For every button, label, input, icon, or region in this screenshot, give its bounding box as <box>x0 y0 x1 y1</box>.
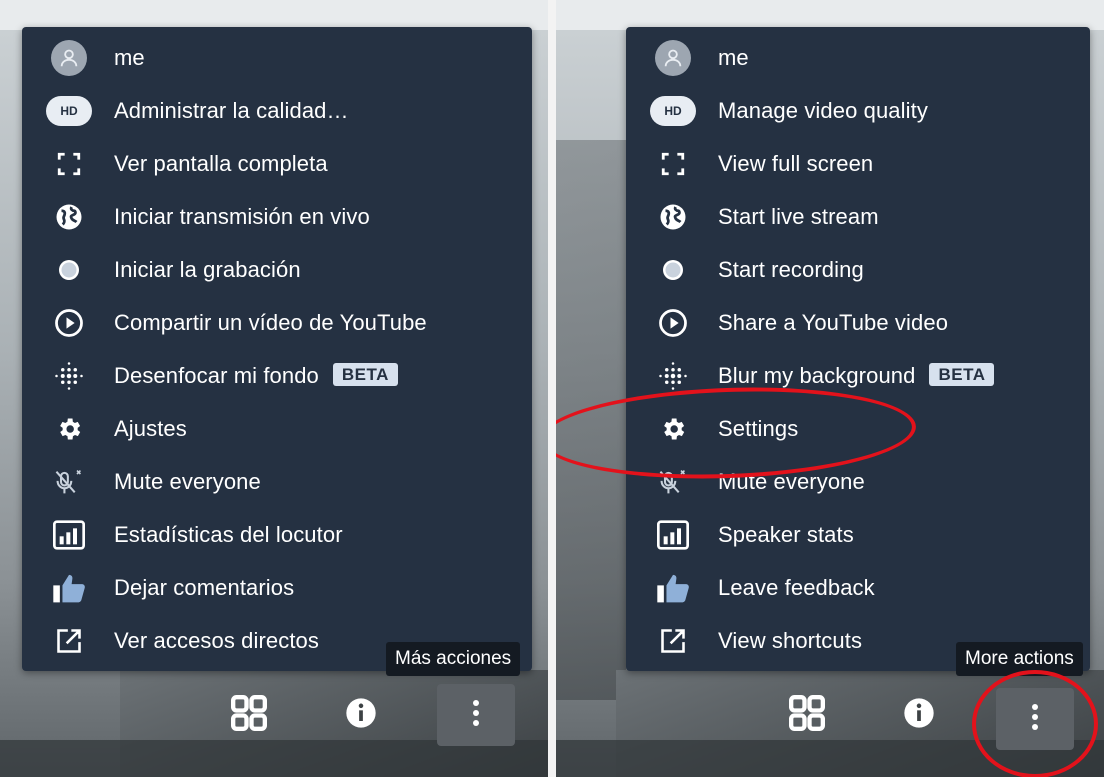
gear-icon <box>648 411 698 447</box>
menu-item-settings[interactable]: Settings <box>626 403 1090 455</box>
tile-view-icon <box>787 693 827 738</box>
menu-item-label: Start live stream <box>718 204 879 229</box>
tile-view-button[interactable] <box>768 684 846 746</box>
globe-icon <box>44 199 94 235</box>
menu-item-label: Estadísticas del locutor <box>114 522 343 547</box>
avatar-icon <box>648 40 698 76</box>
more-vertical-icon <box>472 699 480 732</box>
more-actions-menu: me HD Administrar la calidad… Ver pantal… <box>22 27 532 671</box>
menu-item-feedback[interactable]: Leave feedback <box>626 562 1090 614</box>
menu-item-blur-background[interactable]: Desenfocar mi fondo BETA <box>22 350 532 402</box>
menu-item-speaker-stats[interactable]: Estadísticas del locutor <box>22 509 532 561</box>
menu-item-speaker-stats[interactable]: Speaker stats <box>626 509 1090 561</box>
menu-item-label: me <box>718 45 749 70</box>
hd-icon: HD <box>648 93 698 129</box>
menu-item-label: me <box>114 45 145 70</box>
play-icon <box>44 305 94 341</box>
background-shape <box>556 140 626 700</box>
menu-item-youtube[interactable]: Compartir un vídeo de YouTube <box>22 297 532 349</box>
record-icon <box>44 252 94 288</box>
menu-item-live-stream[interactable]: Iniciar transmisión en vivo <box>22 191 532 243</box>
menu-item-label: Ver pantalla completa <box>114 151 328 176</box>
more-actions-tooltip: More actions <box>956 642 1083 676</box>
menu-item-label: Ver accesos directos <box>114 628 319 653</box>
menu-item-label: Mute everyone <box>718 469 865 494</box>
stats-icon <box>648 517 698 553</box>
menu-item-feedback[interactable]: Dejar comentarios <box>22 562 532 614</box>
menu-item-youtube[interactable]: Share a YouTube video <box>626 297 1090 349</box>
menu-item-label: View shortcuts <box>718 628 863 653</box>
menu-item-blur-background[interactable]: Blur my background BETA <box>626 350 1090 402</box>
thumbs-up-icon <box>44 570 94 606</box>
globe-icon <box>648 199 698 235</box>
stats-icon <box>44 517 94 553</box>
background-wall <box>0 0 548 30</box>
more-actions-menu: me HD Manage video quality View full scr… <box>626 27 1090 671</box>
menu-item-recording[interactable]: Iniciar la grabación <box>22 244 532 296</box>
menu-item-fullscreen[interactable]: Ver pantalla completa <box>22 138 532 190</box>
more-actions-tooltip: Más acciones <box>386 642 521 676</box>
external-link-icon <box>44 623 94 659</box>
menu-item-profile[interactable]: me <box>626 32 1090 84</box>
menu-item-fullscreen[interactable]: View full screen <box>626 138 1090 190</box>
mic-muted-icon <box>648 464 698 500</box>
menu-item-label: View full screen <box>718 151 874 176</box>
thumbs-up-icon <box>648 570 698 606</box>
fullscreen-icon <box>44 146 94 182</box>
menu-item-mute-everyone[interactable]: Mute everyone <box>22 456 532 508</box>
menu-item-label: Manage video quality <box>718 98 928 123</box>
menu-item-label: Administrar la calidad… <box>114 98 349 123</box>
menu-item-settings[interactable]: Ajustes <box>22 403 532 455</box>
beta-badge: BETA <box>332 363 398 386</box>
panel-divider <box>548 0 556 777</box>
external-link-icon <box>648 623 698 659</box>
menu-item-label: Iniciar transmisión en vivo <box>114 204 370 229</box>
info-icon <box>903 697 935 734</box>
menu-item-profile[interactable]: me <box>22 32 532 84</box>
mic-muted-icon <box>44 464 94 500</box>
blur-icon <box>648 358 698 394</box>
menu-item-label: Settings <box>718 416 799 441</box>
info-button[interactable] <box>322 684 400 746</box>
record-icon <box>648 252 698 288</box>
menu-item-video-quality[interactable]: HD Administrar la calidad… <box>22 85 532 137</box>
hd-icon: HD <box>44 93 94 129</box>
menu-item-label: Mute everyone <box>114 469 261 494</box>
menu-item-label: Compartir un vídeo de YouTube <box>114 310 427 335</box>
menu-item-label: Leave feedback <box>718 575 875 600</box>
menu-item-mute-everyone[interactable]: Mute everyone <box>626 456 1090 508</box>
left-panel: me HD Administrar la calidad… Ver pantal… <box>0 0 548 777</box>
avatar-icon <box>44 40 94 76</box>
menu-item-label: Blur my background BETA <box>718 363 995 389</box>
menu-item-recording[interactable]: Start recording <box>626 244 1090 296</box>
menu-item-label: Iniciar la grabación <box>114 257 301 282</box>
menu-item-label: Ajustes <box>114 416 187 441</box>
blur-icon <box>44 358 94 394</box>
menu-item-video-quality[interactable]: HD Manage video quality <box>626 85 1090 137</box>
background-wall <box>556 0 1104 30</box>
menu-item-label: Speaker stats <box>718 522 854 547</box>
fullscreen-icon <box>648 146 698 182</box>
tile-view-icon <box>229 693 269 738</box>
menu-item-label: Desenfocar mi fondo BETA <box>114 363 398 389</box>
info-button[interactable] <box>880 684 958 746</box>
menu-item-label: Share a YouTube video <box>718 310 949 335</box>
more-actions-button[interactable] <box>437 684 515 746</box>
play-icon <box>648 305 698 341</box>
right-panel: me HD Manage video quality View full scr… <box>556 0 1104 777</box>
menu-item-label: Dejar comentarios <box>114 575 295 600</box>
beta-badge: BETA <box>929 363 995 386</box>
more-actions-button[interactable] <box>996 688 1074 750</box>
menu-item-live-stream[interactable]: Start live stream <box>626 191 1090 243</box>
info-icon <box>345 697 377 734</box>
more-vertical-icon <box>1031 703 1039 736</box>
menu-item-label: Start recording <box>718 257 864 282</box>
tile-view-button[interactable] <box>210 684 288 746</box>
gear-icon <box>44 411 94 447</box>
